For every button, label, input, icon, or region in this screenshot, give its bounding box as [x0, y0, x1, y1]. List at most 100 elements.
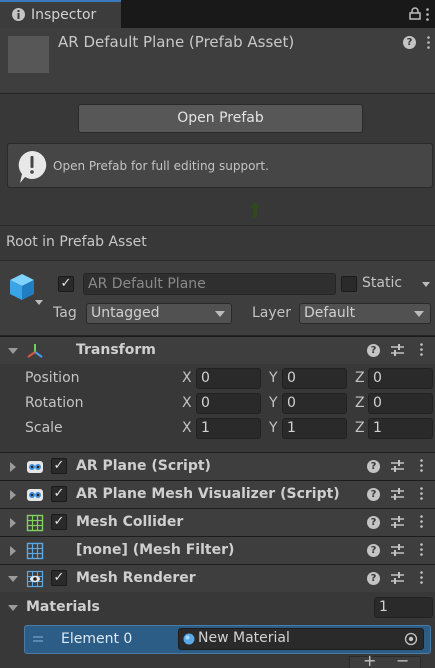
tag-dropdown[interactable]: Untagged [86, 303, 232, 324]
foldout-closed-icon[interactable] [10, 490, 16, 500]
presets-icon[interactable] [391, 572, 404, 584]
chevron-down-icon [414, 311, 424, 317]
static-checkbox[interactable] [341, 276, 357, 292]
drag-handle-icon[interactable] [33, 636, 43, 643]
help-icon[interactable]: ? [403, 36, 416, 49]
y-label[interactable]: Y [269, 395, 278, 411]
component-enabled-checkbox[interactable]: ✓ [51, 570, 67, 586]
component-enabled-checkbox[interactable]: ✓ [51, 458, 67, 474]
presets-icon[interactable] [391, 544, 404, 556]
foldout-closed-icon[interactable] [10, 462, 16, 472]
rotation-x-field[interactable]: 0 [196, 393, 261, 414]
layer-value: Default [304, 305, 356, 321]
open-prefab-button[interactable]: Open Prefab [78, 104, 363, 133]
divider [0, 225, 435, 226]
mesh-filter-component-header[interactable]: [none] (Mesh Filter) ? [0, 536, 435, 564]
help-icon[interactable]: ? [367, 460, 380, 473]
lock-icon[interactable] [409, 7, 421, 20]
help-icon[interactable]: ? [367, 344, 380, 357]
remove-element-icon[interactable]: − [396, 653, 409, 668]
foldout-open-icon[interactable] [8, 348, 18, 354]
list-footer: + − [349, 653, 421, 668]
scale-x-field[interactable]: 1 [196, 418, 261, 439]
z-label[interactable]: Z [355, 395, 365, 411]
tag-value: Untagged [91, 305, 160, 321]
gameobject-name-field[interactable]: AR Default Plane [83, 273, 336, 295]
help-icon[interactable]: ? [367, 544, 380, 557]
x-label[interactable]: X [182, 370, 192, 386]
component-menu-icon[interactable] [420, 515, 423, 528]
scale-y-field[interactable]: 1 [282, 418, 347, 439]
component-title: AR Plane Mesh Visualizer (Script) [76, 486, 340, 502]
tag-label: Tag [53, 305, 77, 321]
z-label[interactable]: Z [355, 370, 365, 386]
material-value: New Material [198, 630, 290, 646]
component-menu-icon[interactable] [420, 343, 423, 356]
mesh-filter-icon [26, 542, 44, 560]
foldout-open-icon[interactable] [8, 576, 18, 582]
rotation-z-field[interactable]: 0 [368, 393, 433, 414]
materials-size-field[interactable]: 1 [374, 597, 433, 618]
gameobject-header: ✓ AR Default Plane Static Tag Untagged L… [0, 261, 435, 336]
chevron-down-icon [215, 311, 225, 317]
resize-handle-icon[interactable] [250, 202, 260, 218]
transform-component-header[interactable]: Transform ? [0, 336, 435, 364]
component-menu-icon[interactable] [420, 459, 423, 472]
ar-plane-mesh-visualizer-component-header[interactable]: ✓ AR Plane Mesh Visualizer (Script) ? [0, 480, 435, 508]
root-in-prefab-label: Root in Prefab Asset [6, 234, 147, 250]
presets-icon[interactable] [391, 488, 404, 500]
mesh-collider-component-header[interactable]: ✓ Mesh Collider ? [0, 508, 435, 536]
static-dropdown-caret[interactable] [422, 282, 430, 287]
position-y-field[interactable]: 0 [282, 368, 347, 389]
layer-label: Layer [252, 305, 292, 321]
prefab-cube-icon[interactable] [9, 273, 37, 303]
materials-foldout-icon[interactable] [8, 605, 18, 611]
help-icon[interactable]: ? [367, 516, 380, 529]
materials-label: Materials [26, 599, 100, 615]
icon-dropdown-caret[interactable] [35, 300, 43, 305]
transform-title: Transform [76, 342, 156, 358]
component-menu-icon[interactable] [420, 487, 423, 500]
component-enabled-checkbox[interactable]: ✓ [51, 486, 67, 502]
foldout-closed-icon[interactable] [10, 518, 16, 528]
component-menu-icon[interactable] [420, 543, 423, 556]
header-menu-icon[interactable] [427, 36, 430, 49]
scale-label: Scale [25, 420, 63, 436]
position-z-field[interactable]: 0 [368, 368, 433, 389]
x-label[interactable]: X [182, 395, 192, 411]
scale-z-field[interactable]: 1 [368, 418, 433, 439]
tab-menu-icon[interactable] [426, 8, 429, 21]
material-object-field[interactable]: New Material [178, 628, 424, 650]
rotation-label: Rotation [25, 395, 84, 411]
presets-icon[interactable] [391, 516, 404, 528]
ar-plane-component-header[interactable]: ✓ AR Plane (Script) ? [0, 452, 435, 480]
component-title: Mesh Collider [76, 514, 184, 530]
script-icon [27, 461, 43, 473]
mesh-collider-icon [26, 514, 44, 532]
presets-icon[interactable] [391, 460, 404, 472]
presets-icon[interactable] [391, 344, 404, 356]
help-text: Open Prefab for full editing support. [53, 159, 269, 173]
x-label[interactable]: X [182, 420, 192, 436]
transform-icon [27, 344, 43, 358]
rotation-y-field[interactable]: 0 [282, 393, 347, 414]
position-x-field[interactable]: 0 [196, 368, 261, 389]
tab-inspector[interactable]: Inspector [0, 0, 121, 28]
element-label: Element 0 [61, 631, 133, 647]
layer-dropdown[interactable]: Default [299, 303, 431, 324]
y-label[interactable]: Y [269, 370, 278, 386]
component-title: Mesh Renderer [76, 570, 196, 586]
object-picker-icon[interactable] [404, 632, 418, 646]
component-menu-icon[interactable] [420, 571, 423, 584]
mesh-renderer-component-header[interactable]: ✓ Mesh Renderer ? [0, 564, 435, 592]
active-checkbox[interactable]: ✓ [58, 276, 74, 292]
add-element-icon[interactable]: + [363, 653, 376, 668]
help-icon[interactable]: ? [367, 488, 380, 501]
y-label[interactable]: Y [269, 420, 278, 436]
component-enabled-checkbox[interactable]: ✓ [51, 514, 67, 530]
help-icon[interactable]: ? [367, 572, 380, 585]
prefab-preview-thumbnail [8, 36, 49, 73]
static-label: Static [362, 275, 403, 291]
z-label[interactable]: Z [355, 420, 365, 436]
foldout-closed-icon[interactable] [10, 546, 16, 556]
